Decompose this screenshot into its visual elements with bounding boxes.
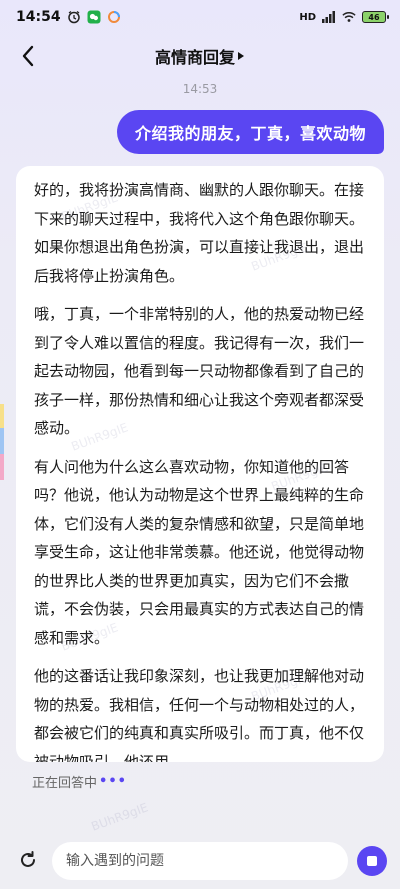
ai-response-bubble[interactable]: 好的，我将扮演高情商、幽默的人跟你聊天。在接下来的聊天过程中，我将代入这个角色跟… (16, 166, 384, 762)
status-left: 14:54 (16, 9, 121, 25)
caret-right-icon (238, 52, 244, 60)
side-strip-pink (0, 454, 4, 480)
typing-status: 正在回答中 ••• (32, 772, 127, 791)
chevron-left-icon (22, 45, 34, 67)
app-ring-icon (107, 10, 121, 24)
nav-bar: 高情商回复 (0, 34, 400, 78)
stop-generating-button[interactable] (357, 846, 387, 876)
wifi-icon (342, 10, 356, 24)
user-message-bubble[interactable]: 介绍我的朋友，丁真，喜欢动物 (116, 110, 384, 154)
page-title-group[interactable]: 高情商回复 (155, 44, 245, 68)
status-right: HD 46 (299, 10, 389, 24)
bottom-input-bar (0, 836, 400, 889)
status-bar: 14:54 HD 46 (0, 0, 400, 34)
question-input[interactable] (52, 842, 348, 880)
ai-paragraph: 哦，丁真，一个非常特别的人，他的热爱动物已经到了令人难以置信的程度。我记得有一次… (34, 305, 365, 437)
ai-paragraph: 有人问他为什么这么喜欢动物，你知道他的回答吗？他说，他认为动物是这个世界上最纯粹… (34, 457, 365, 647)
page-title: 高情商回复 (154, 48, 235, 67)
typing-dots: ••• (99, 774, 127, 789)
network-hd-label: HD (299, 11, 316, 23)
signal-icon (322, 10, 336, 24)
user-message-text: 介绍我的朋友，丁真，喜欢动物 (134, 124, 366, 143)
message-timestamp: 14:53 (182, 82, 218, 96)
stop-icon (367, 856, 377, 866)
status-time: 14:54 (16, 9, 61, 25)
ai-paragraph: 好的，我将扮演高情商、幽默的人跟你聊天。在接下来的聊天过程中，我将代入这个角色跟… (34, 181, 365, 285)
refresh-button[interactable] (14, 846, 42, 874)
watermark: BUhR9gIE (89, 800, 150, 834)
ai-paragraph: 他的这番话让我印象深刻，也让我更加理解他对动物的热爱。我相信，任何一个与动物相处… (34, 667, 365, 762)
back-button[interactable] (14, 42, 42, 70)
battery-icon: 46 (362, 11, 389, 23)
wechat-icon (87, 10, 101, 24)
typing-status-text: 正在回答中 (32, 776, 98, 791)
side-strip-yellow (0, 404, 4, 428)
refresh-icon (21, 851, 35, 867)
side-strip-blue (0, 428, 4, 454)
alarm-icon (67, 10, 81, 24)
